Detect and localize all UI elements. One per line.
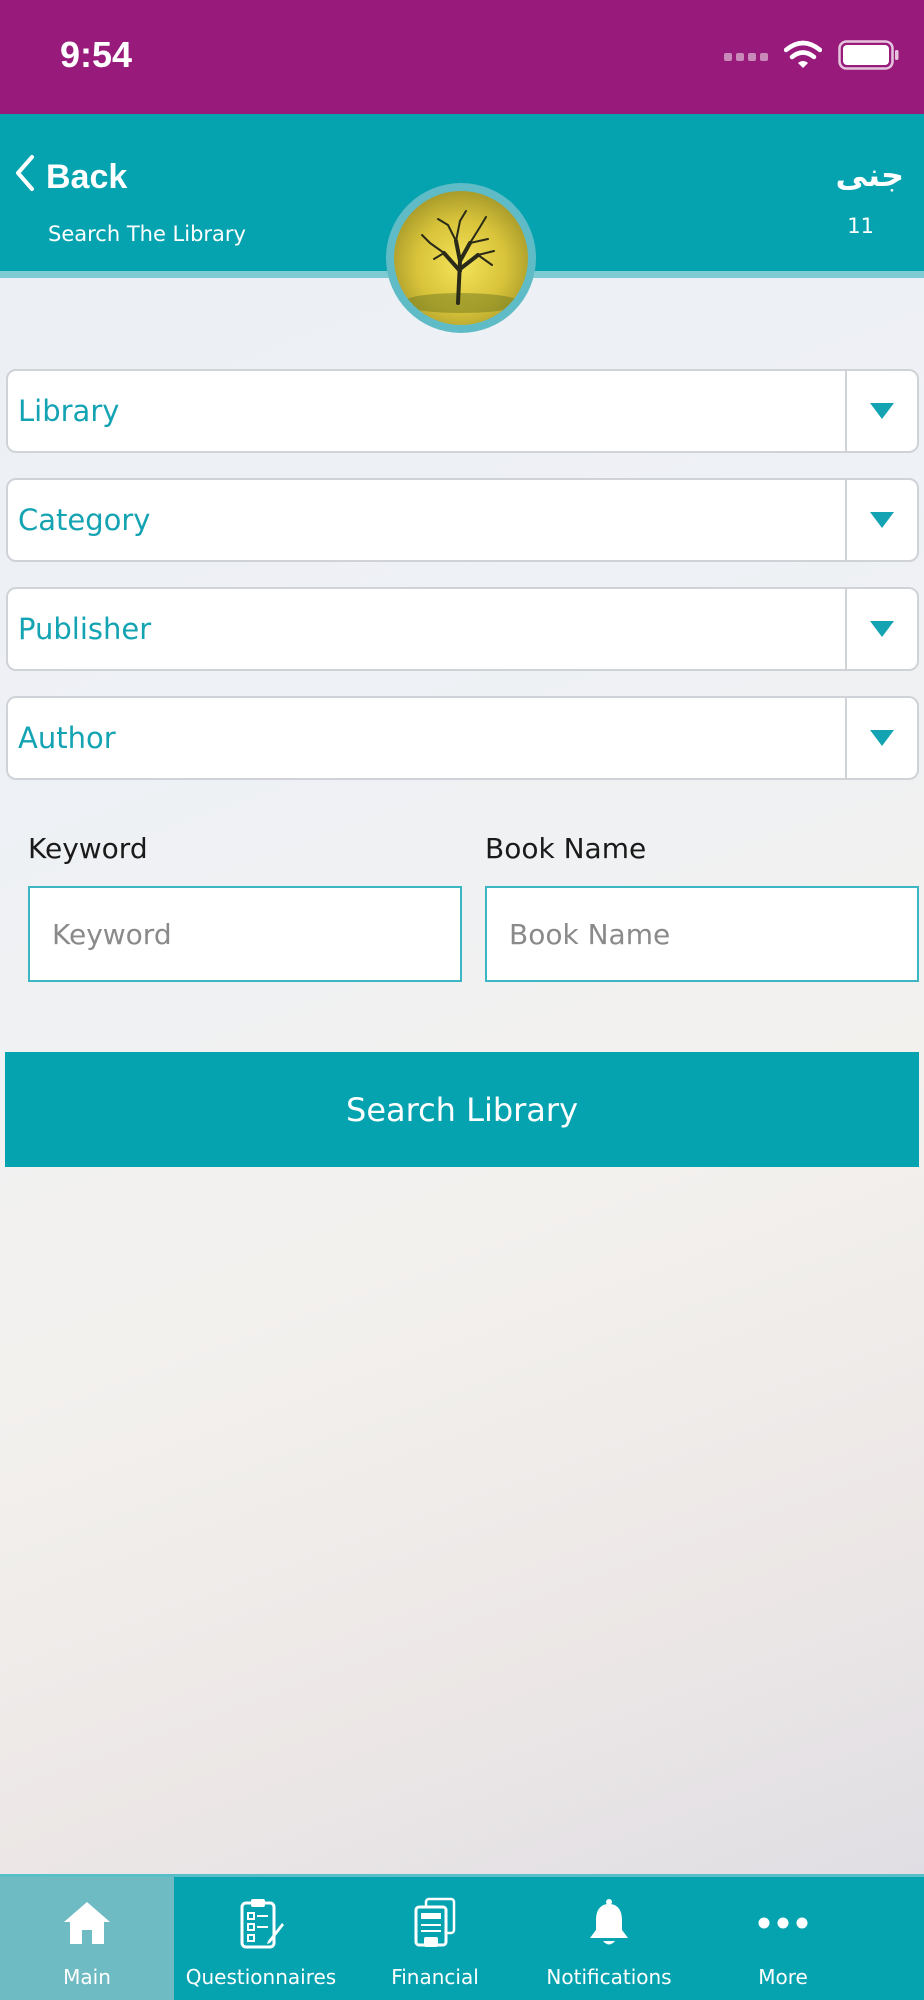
- user-name: جنى: [835, 156, 905, 194]
- dropdown-arrow-icon: [845, 371, 917, 451]
- tab-main-label: Main: [63, 1965, 111, 1989]
- tab-more[interactable]: More: [696, 1877, 870, 2000]
- tab-questionnaires-label: Questionnaires: [185, 1965, 337, 1989]
- status-icons: [724, 40, 900, 74]
- page-subtitle: Search The Library: [48, 222, 246, 246]
- book-name-label: Book Name: [485, 832, 647, 865]
- back-label: Back: [46, 158, 128, 196]
- dropdown-arrow-icon: [845, 480, 917, 560]
- home-icon: [62, 1897, 112, 1949]
- status-bar: 9:54: [0, 0, 924, 114]
- wifi-icon: [783, 40, 823, 74]
- dropdown-arrow-icon: [845, 589, 917, 669]
- keyword-input[interactable]: [28, 886, 462, 982]
- user-number: 11: [847, 214, 874, 238]
- publisher-select[interactable]: Publisher: [6, 587, 919, 671]
- library-select-label: Library: [18, 394, 120, 428]
- back-button[interactable]: Back: [14, 154, 127, 201]
- book-name-input[interactable]: [485, 886, 919, 982]
- status-time: 9:54: [60, 34, 133, 75]
- avatar[interactable]: [386, 183, 536, 333]
- library-select[interactable]: Library: [6, 369, 919, 453]
- tab-financial[interactable]: Financial: [348, 1877, 522, 2000]
- battery-icon: [838, 40, 900, 74]
- keyword-label: Keyword: [28, 832, 148, 865]
- tab-main[interactable]: Main: [0, 1877, 174, 2000]
- receipt-icon: [412, 1897, 458, 1949]
- bell-icon: [587, 1897, 631, 1949]
- dropdown-arrow-icon: [845, 698, 917, 778]
- cellular-signal-icon: [724, 48, 768, 67]
- tab-more-label: More: [758, 1965, 808, 1989]
- avatar-image: [394, 191, 528, 325]
- author-select[interactable]: Author: [6, 696, 919, 780]
- more-icon: [757, 1897, 809, 1949]
- chevron-left-icon: [14, 154, 36, 201]
- category-select-label: Category: [18, 503, 151, 537]
- tab-notifications-label: Notifications: [546, 1965, 672, 1989]
- bottom-tab-bar: Main Questionnaires Financial Notificati…: [0, 1874, 924, 2000]
- tab-notifications[interactable]: Notifications: [522, 1877, 696, 2000]
- clipboard-icon: [238, 1897, 284, 1949]
- tab-financial-label: Financial: [391, 1965, 479, 1989]
- search-library-button[interactable]: Search Library: [5, 1052, 919, 1167]
- category-select[interactable]: Category: [6, 478, 919, 562]
- publisher-select-label: Publisher: [18, 612, 152, 646]
- tab-questionnaires[interactable]: Questionnaires: [174, 1877, 348, 2000]
- author-select-label: Author: [18, 721, 116, 755]
